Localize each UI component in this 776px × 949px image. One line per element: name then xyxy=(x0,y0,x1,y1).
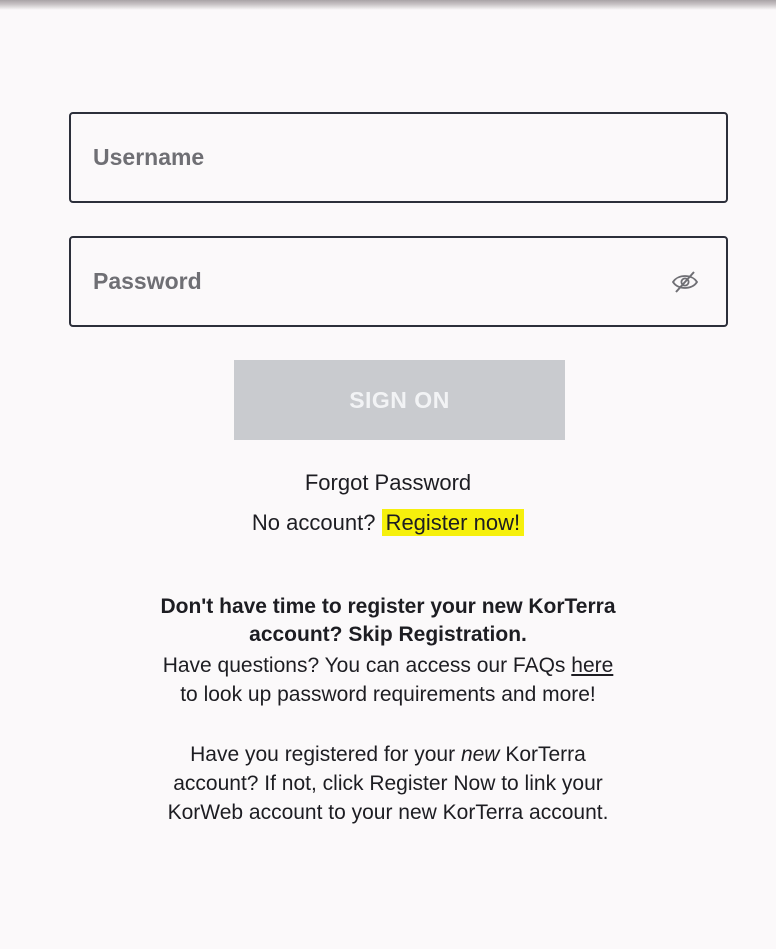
eye-slash-icon[interactable] xyxy=(670,270,700,294)
top-border xyxy=(0,0,776,10)
username-input[interactable] xyxy=(93,114,653,201)
forgot-password-link[interactable]: Forgot Password xyxy=(305,470,471,495)
register-info-prefix: Have you registered for your xyxy=(190,743,456,766)
forgot-password-line: Forgot Password xyxy=(0,468,776,498)
register-now-link[interactable]: Register now! xyxy=(381,509,525,536)
faq-line-2: to look up password requirements and mor… xyxy=(180,683,596,706)
skip-line-2: account? Skip Registration. xyxy=(0,621,776,649)
register-info-emphasis: new xyxy=(460,743,500,766)
skip-line-1: Don't have time to register your new Kor… xyxy=(160,595,616,618)
sign-on-button[interactable]: SIGN ON xyxy=(234,360,565,440)
faq-line-1-prefix: Have questions? You can access our FAQs xyxy=(162,654,566,677)
register-info-line-3: KorWeb account to your new KorTerra acco… xyxy=(167,801,609,824)
password-field[interactable] xyxy=(69,236,728,327)
register-info-block: Have you registered for your new KorTerr… xyxy=(0,740,776,827)
password-input[interactable] xyxy=(93,238,653,325)
skip-registration-block: Don't have time to register your new Kor… xyxy=(0,593,776,649)
register-info-line-1: Have you registered for your new KorTerr… xyxy=(0,740,776,769)
register-line: No account? Register now! xyxy=(0,508,776,538)
username-field[interactable] xyxy=(69,112,728,203)
no-account-text: No account? xyxy=(251,510,376,535)
faq-here-link[interactable]: here xyxy=(571,654,613,677)
faq-line-1: Have questions? You can access our FAQs … xyxy=(0,651,776,680)
skip-registration-link[interactable]: Skip Registration. xyxy=(348,623,527,646)
register-info-line-2: account? If not, click Register Now to l… xyxy=(173,772,603,795)
faq-block: Have questions? You can access our FAQs … xyxy=(0,651,776,709)
skip-line-2-prefix: account? xyxy=(249,623,343,646)
register-info-suffix: KorTerra xyxy=(505,743,586,766)
